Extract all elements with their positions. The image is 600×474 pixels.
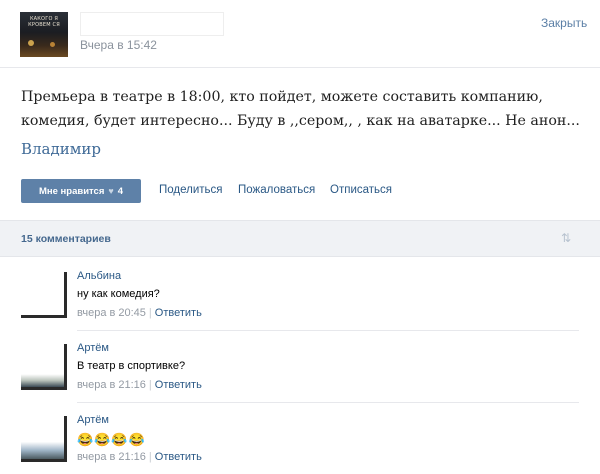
avatar-light <box>50 42 55 47</box>
meta-separator: | <box>148 451 152 463</box>
post-text: Премьера в театре в 18:00, кто пойдет, м… <box>21 89 580 129</box>
meta-separator: | <box>148 307 152 319</box>
author-name-redacted <box>80 12 224 36</box>
comments-header-bar: 15 комментариев ⇅ <box>0 220 600 257</box>
unsubscribe-link[interactable]: Отписаться <box>330 184 392 196</box>
commenter-avatar[interactable] <box>21 272 67 318</box>
sort-arrows-icon[interactable]: ⇅ <box>561 231 571 245</box>
avatar-caption: КАКОГО Я КРОВЕМ СЯ <box>28 16 60 28</box>
comment-meta: вчера в 21:16 | Ответить <box>77 379 202 391</box>
comments-count: 15 комментариев <box>21 233 111 245</box>
commenter-avatar[interactable] <box>21 416 67 462</box>
report-link[interactable]: Пожаловаться <box>238 184 315 196</box>
avatar-light <box>28 40 34 46</box>
share-link[interactable]: Поделиться <box>159 184 223 196</box>
comment-author[interactable]: Артём <box>77 414 109 426</box>
comment-text: В театр в спортивке? <box>77 360 186 372</box>
post-author-avatar[interactable]: КАКОГО Я КРОВЕМ СЯ <box>20 12 68 57</box>
like-button[interactable]: Мне нравится ♥ 4 <box>21 179 141 203</box>
meta-separator: | <box>148 379 152 391</box>
comment-meta: вчера в 21:16 | Ответить <box>77 451 202 463</box>
comment-time: вчера в 21:16 <box>77 451 146 463</box>
like-count: 4 <box>117 185 124 197</box>
comment-author[interactable]: Артём <box>77 342 109 354</box>
heart-icon: ♥ <box>108 186 114 196</box>
reply-link[interactable]: Ответить <box>155 307 202 319</box>
like-label: Мне нравится <box>38 185 105 197</box>
reply-link[interactable]: Ответить <box>155 379 202 391</box>
close-button[interactable]: Закрыть <box>541 16 587 30</box>
comment-item: Артём 😂😂😂😂 вчера в 21:16 | Ответить <box>0 405 600 474</box>
comment-item: Альбина ну как комедия? вчера в 20:45 | От… <box>0 261 600 331</box>
comment-divider <box>77 330 579 331</box>
header-divider <box>0 67 600 68</box>
post-timestamp: Вчера в 15:42 <box>80 38 157 52</box>
commenter-avatar[interactable] <box>21 344 67 390</box>
post-signature: Владимир <box>21 140 101 158</box>
reply-link[interactable]: Ответить <box>155 451 202 463</box>
comment-divider <box>77 402 579 403</box>
comment-meta: вчера в 20:45 | Ответить <box>77 307 202 319</box>
comment-time: вчера в 20:45 <box>77 307 146 319</box>
comment-text: ну как комедия? <box>77 288 160 300</box>
comment-text: 😂😂😂😂 <box>77 432 146 447</box>
comment-item: Артём В театр в спортивке? вчера в 21:16… <box>0 333 600 403</box>
comment-time: вчера в 21:16 <box>77 379 146 391</box>
comment-author[interactable]: Альбина <box>77 270 121 282</box>
